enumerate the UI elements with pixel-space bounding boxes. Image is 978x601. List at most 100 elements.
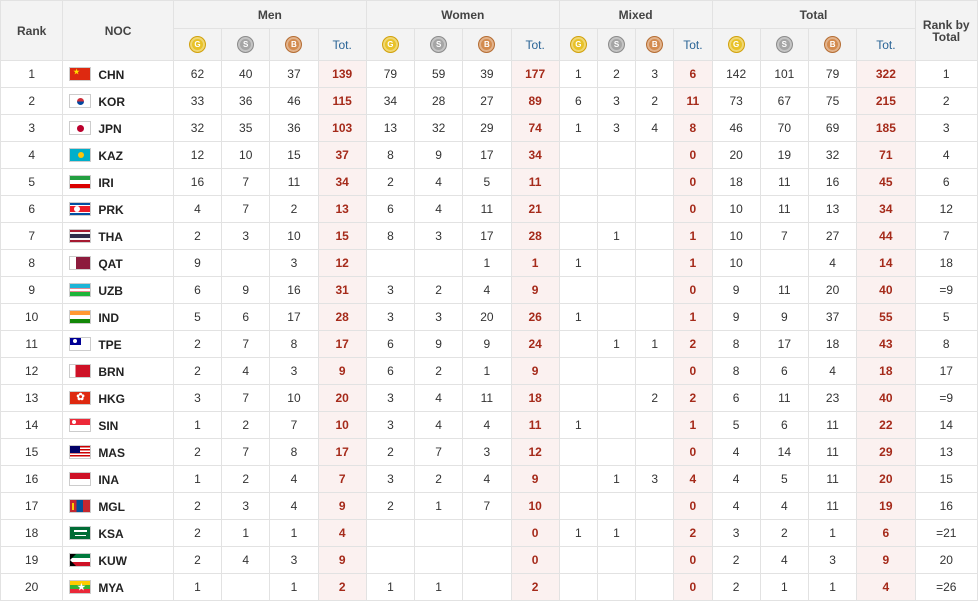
rank-header[interactable]: Rank (0, 0, 64, 61)
men-gold-cell: 2 (172, 492, 223, 520)
total-gold-cell: 2 (711, 573, 761, 601)
noc-cell[interactable]: SIN (62, 411, 174, 439)
mixed-silver-cell (596, 141, 637, 169)
mixed-bronze-cell (635, 195, 675, 223)
mixed-gold-cell: 6 (558, 87, 598, 115)
women-gold-cell: 1 (365, 573, 416, 601)
mixed-tot-cell: 0 (673, 492, 713, 520)
noc-cell[interactable]: ★ MYA (62, 573, 174, 601)
noc-cell[interactable]: MAS (62, 438, 174, 466)
noc-cell[interactable]: KAZ (62, 141, 174, 169)
noc-header[interactable]: NOC (62, 0, 174, 61)
noc-code[interactable]: BRN (98, 364, 124, 378)
mixed-gold-medal-header[interactable]: G (558, 28, 598, 61)
men-gold-cell: 1 (172, 465, 223, 493)
noc-code[interactable]: TPE (98, 337, 121, 351)
noc-cell[interactable]: KUW (62, 546, 174, 574)
men-bronze-medal-header[interactable]: B (269, 28, 319, 61)
total-gold-cell: 10 (711, 249, 761, 277)
mixed-bronze-medal-header[interactable]: B (635, 28, 675, 61)
women-bronze-cell (462, 573, 512, 601)
noc-code[interactable]: INA (98, 472, 119, 486)
mixed-silver-medal-header[interactable]: S (596, 28, 637, 61)
women-silver-cell: 4 (414, 411, 464, 439)
women-bronze-medal-header[interactable]: B (462, 28, 512, 61)
women-silver-cell: 2 (414, 276, 464, 304)
men-gold-cell: 62 (172, 60, 223, 88)
noc-cell[interactable]: IND (62, 303, 174, 331)
total-gold-cell: 2 (711, 546, 761, 574)
total-bronze-medal-header[interactable]: B (807, 28, 858, 61)
mixed-tot-cell: 8 (673, 114, 713, 142)
noc-code[interactable]: MYA (98, 580, 124, 594)
women-gold-medal-header[interactable]: G (365, 28, 416, 61)
total-tot-cell: 6 (856, 519, 916, 547)
noc-cell[interactable]: INA (62, 465, 174, 493)
noc-code[interactable]: PRK (98, 202, 123, 216)
bronze-medal-icon: B (285, 36, 303, 53)
noc-code[interactable]: MGL (98, 499, 125, 513)
japan-flag-icon (69, 121, 92, 136)
noc-code[interactable]: KOR (98, 94, 125, 108)
total-silver-cell: 14 (759, 438, 809, 466)
noc-cell[interactable]: ★ CHN (62, 60, 174, 88)
noc-cell[interactable]: QAT (62, 249, 174, 277)
men-tot-cell: 15 (317, 222, 367, 250)
mixed-silver-cell: 3 (596, 114, 637, 142)
mongolia-flag-icon (69, 499, 92, 514)
noc-code[interactable]: KAZ (98, 148, 123, 162)
noc-code[interactable]: MAS (98, 445, 125, 459)
rank-by-total-header[interactable]: Rank by Total (914, 0, 978, 61)
women-gold-cell: 3 (365, 411, 416, 439)
noc-code[interactable]: UZB (98, 283, 123, 297)
women-gold-cell: 8 (365, 141, 416, 169)
noc-code[interactable]: JPN (98, 121, 121, 135)
total-bronze-cell: 69 (807, 114, 858, 142)
total-gold-medal-header[interactable]: G (711, 28, 761, 61)
noc-code[interactable]: SIN (98, 418, 118, 432)
noc-code[interactable]: IRI (98, 175, 113, 189)
mixed-gold-cell (558, 141, 598, 169)
rank-cell: 3 (0, 114, 64, 142)
men-gold-cell: 2 (172, 330, 223, 358)
noc-code[interactable]: KSA (98, 526, 123, 540)
noc-code[interactable]: KUW (98, 553, 127, 567)
men-gold-medal-header[interactable]: G (172, 28, 223, 61)
noc-code[interactable]: QAT (98, 256, 122, 270)
total-silver-medal-header[interactable]: S (759, 28, 809, 61)
mixed-tot-header[interactable]: Tot. (673, 28, 713, 61)
total-gold-cell: 20 (711, 141, 761, 169)
noc-code[interactable]: HKG (98, 391, 125, 405)
total-silver-cell: 11 (759, 195, 809, 223)
women-bronze-cell: 29 (462, 114, 512, 142)
gold-medal-icon: G (569, 36, 587, 53)
noc-cell[interactable]: KSA (62, 519, 174, 547)
total-tot-header[interactable]: Tot. (856, 28, 916, 61)
noc-cell[interactable]: KOR (62, 87, 174, 115)
noc-cell[interactable]: TPE (62, 330, 174, 358)
mixed-silver-cell (596, 546, 637, 574)
women-tot-header[interactable]: Tot. (510, 28, 560, 61)
noc-cell[interactable]: BRN (62, 357, 174, 385)
noc-code[interactable]: THA (98, 229, 123, 243)
noc-cell[interactable]: JPN (62, 114, 174, 142)
women-bronze-cell: 3 (462, 438, 512, 466)
noc-cell[interactable]: THA (62, 222, 174, 250)
men-silver-medal-header[interactable]: S (221, 28, 271, 61)
total-bronze-cell: 27 (807, 222, 858, 250)
noc-cell[interactable]: MGL (62, 492, 174, 520)
women-tot-cell: 26 (510, 303, 560, 331)
noc-code[interactable]: IND (98, 310, 119, 324)
women-silver-medal-header[interactable]: S (414, 28, 464, 61)
men-tot-cell: 13 (317, 195, 367, 223)
noc-cell[interactable]: IRI (62, 168, 174, 196)
rank-by-total-cell: =9 (914, 276, 978, 304)
mixed-tot-cell: 1 (673, 249, 713, 277)
noc-cell[interactable]: ✿ HKG (62, 384, 174, 412)
noc-code[interactable]: CHN (98, 67, 124, 81)
mixed-tot-cell: 1 (673, 222, 713, 250)
men-tot-header[interactable]: Tot. (317, 28, 367, 61)
noc-cell[interactable]: UZB (62, 276, 174, 304)
total-silver-cell: 7 (759, 222, 809, 250)
noc-cell[interactable]: PRK (62, 195, 174, 223)
